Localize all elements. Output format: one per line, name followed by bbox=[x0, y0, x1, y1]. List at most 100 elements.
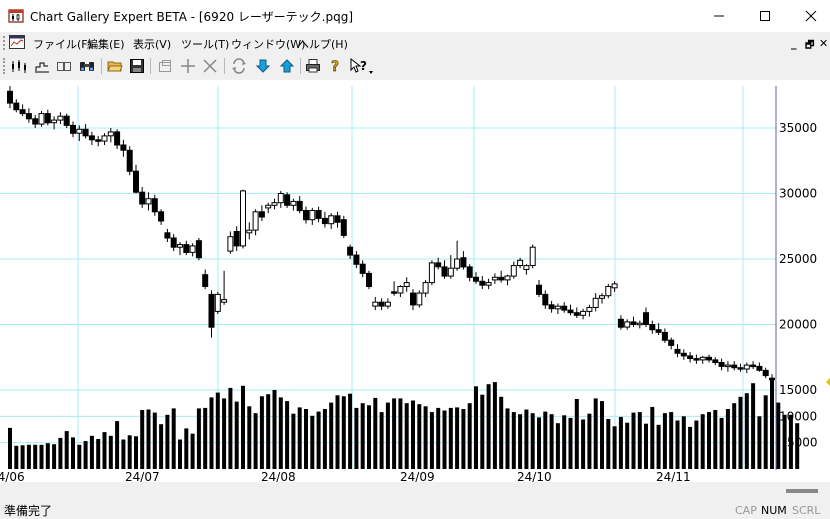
maximize-button[interactable] bbox=[742, 0, 788, 32]
candlestick-chart[interactable]: 15000 20000 25000 30000 35000 5000 10000 24/0… bbox=[0, 80, 830, 482]
delete-button[interactable] bbox=[200, 56, 220, 76]
menu-help[interactable]: ヘルプ(H) bbox=[298, 36, 348, 52]
candle bbox=[107, 128, 114, 143]
menu-file[interactable]: ファイル(F) bbox=[33, 36, 92, 52]
date-tick-label: 24/09 bbox=[400, 470, 435, 482]
print-button[interactable] bbox=[303, 56, 323, 76]
context-help-button[interactable]: ? bbox=[348, 56, 376, 76]
candle bbox=[359, 260, 366, 278]
mdi-restore-button[interactable]: 🗗 bbox=[805, 38, 814, 55]
candle-body bbox=[328, 215, 335, 225]
candle bbox=[422, 280, 429, 297]
candle bbox=[101, 133, 108, 145]
volume-bar bbox=[83, 441, 88, 469]
candle bbox=[133, 164, 139, 194]
candle-body bbox=[133, 170, 139, 193]
candle bbox=[296, 196, 303, 214]
mdi-minimize-button[interactable]: _ bbox=[791, 37, 797, 50]
volume-bar bbox=[14, 445, 19, 469]
candle bbox=[460, 251, 467, 270]
candle bbox=[693, 354, 700, 364]
volume-bar bbox=[341, 396, 346, 469]
candlestick-button[interactable] bbox=[9, 56, 29, 76]
candle-body bbox=[769, 377, 775, 381]
menu-edit[interactable]: 編集(E) bbox=[87, 36, 125, 52]
upload-button[interactable] bbox=[277, 56, 297, 76]
volume-bar bbox=[89, 435, 94, 469]
volume-bar bbox=[505, 408, 510, 469]
volume-bar bbox=[253, 413, 258, 469]
candle-body bbox=[542, 293, 549, 306]
candle bbox=[265, 202, 272, 214]
candle bbox=[189, 243, 196, 257]
volume-bar bbox=[751, 383, 756, 469]
save-button[interactable] bbox=[127, 56, 147, 76]
help-button[interactable]: ? bbox=[326, 56, 346, 76]
candle-body bbox=[517, 259, 524, 267]
volume-bar bbox=[537, 417, 541, 469]
menu-tools[interactable]: ツール(T) bbox=[181, 36, 229, 52]
candle-body bbox=[561, 305, 568, 311]
app-window: Chart Gallery Expert BETA - [6920 レーザーテッ… bbox=[0, 0, 830, 518]
candle-body bbox=[183, 244, 190, 254]
candle bbox=[649, 320, 656, 334]
candle-body bbox=[177, 244, 183, 248]
volume-bar bbox=[367, 405, 371, 469]
minimize-button[interactable] bbox=[696, 0, 742, 32]
candle bbox=[680, 349, 687, 360]
menu-grip[interactable] bbox=[3, 36, 6, 50]
price-tick-label: 30000 bbox=[779, 187, 817, 201]
crosshair-button[interactable] bbox=[178, 56, 198, 76]
close-button[interactable] bbox=[788, 0, 830, 32]
candle-body bbox=[479, 280, 486, 286]
horizontal-scrollbar[interactable] bbox=[0, 482, 830, 500]
candle bbox=[139, 187, 146, 208]
document-icon[interactable] bbox=[9, 35, 25, 49]
candle-body bbox=[38, 113, 45, 125]
date-axis: 24/06 24/07 24/08 24/09 24/10 24/11 bbox=[0, 470, 691, 482]
volume-bar bbox=[127, 435, 132, 469]
volume-bar bbox=[209, 397, 214, 469]
line-chart-button[interactable] bbox=[32, 56, 52, 76]
close-icon bbox=[805, 10, 817, 22]
menu-window[interactable]: ウィンドウ(W) bbox=[231, 36, 305, 52]
volume-bar bbox=[625, 422, 630, 469]
candle bbox=[126, 146, 133, 176]
candle bbox=[63, 113, 70, 128]
candle bbox=[611, 281, 618, 292]
candle bbox=[699, 355, 706, 364]
open-button[interactable] bbox=[105, 56, 125, 76]
candle bbox=[214, 291, 221, 314]
candle bbox=[38, 111, 45, 127]
refresh-button[interactable] bbox=[229, 56, 249, 76]
candle bbox=[284, 192, 291, 208]
toolbar-grip[interactable] bbox=[3, 58, 6, 74]
candle-body bbox=[554, 305, 561, 310]
volume-bar bbox=[96, 439, 101, 469]
menu-view[interactable]: 表示(V) bbox=[133, 36, 171, 52]
volume-bar bbox=[719, 417, 724, 469]
search-button[interactable] bbox=[77, 56, 97, 76]
volume-bar bbox=[247, 406, 252, 469]
volume-tick-label: 10000 bbox=[779, 409, 817, 423]
volume-bar bbox=[511, 412, 516, 469]
candle-body bbox=[88, 135, 95, 141]
cursor-marker-icon bbox=[826, 378, 830, 386]
volume-bar bbox=[417, 404, 422, 469]
download-button[interactable] bbox=[253, 56, 273, 76]
volume-bar bbox=[373, 397, 378, 469]
mdi-close-button[interactable]: ✕ bbox=[819, 37, 828, 50]
properties-button[interactable] bbox=[155, 56, 175, 76]
volume-bar bbox=[77, 444, 82, 469]
volume-bar bbox=[329, 402, 334, 469]
candle bbox=[240, 189, 246, 249]
volume-bar bbox=[568, 417, 573, 469]
candle-body bbox=[95, 139, 102, 142]
split-view-button[interactable] bbox=[54, 56, 74, 76]
candle bbox=[51, 116, 58, 130]
volume-bar bbox=[33, 444, 38, 469]
scroll-thumb[interactable] bbox=[786, 489, 818, 493]
candle-body bbox=[101, 135, 108, 142]
volume-bar bbox=[285, 401, 290, 469]
volume-bar bbox=[304, 409, 308, 469]
